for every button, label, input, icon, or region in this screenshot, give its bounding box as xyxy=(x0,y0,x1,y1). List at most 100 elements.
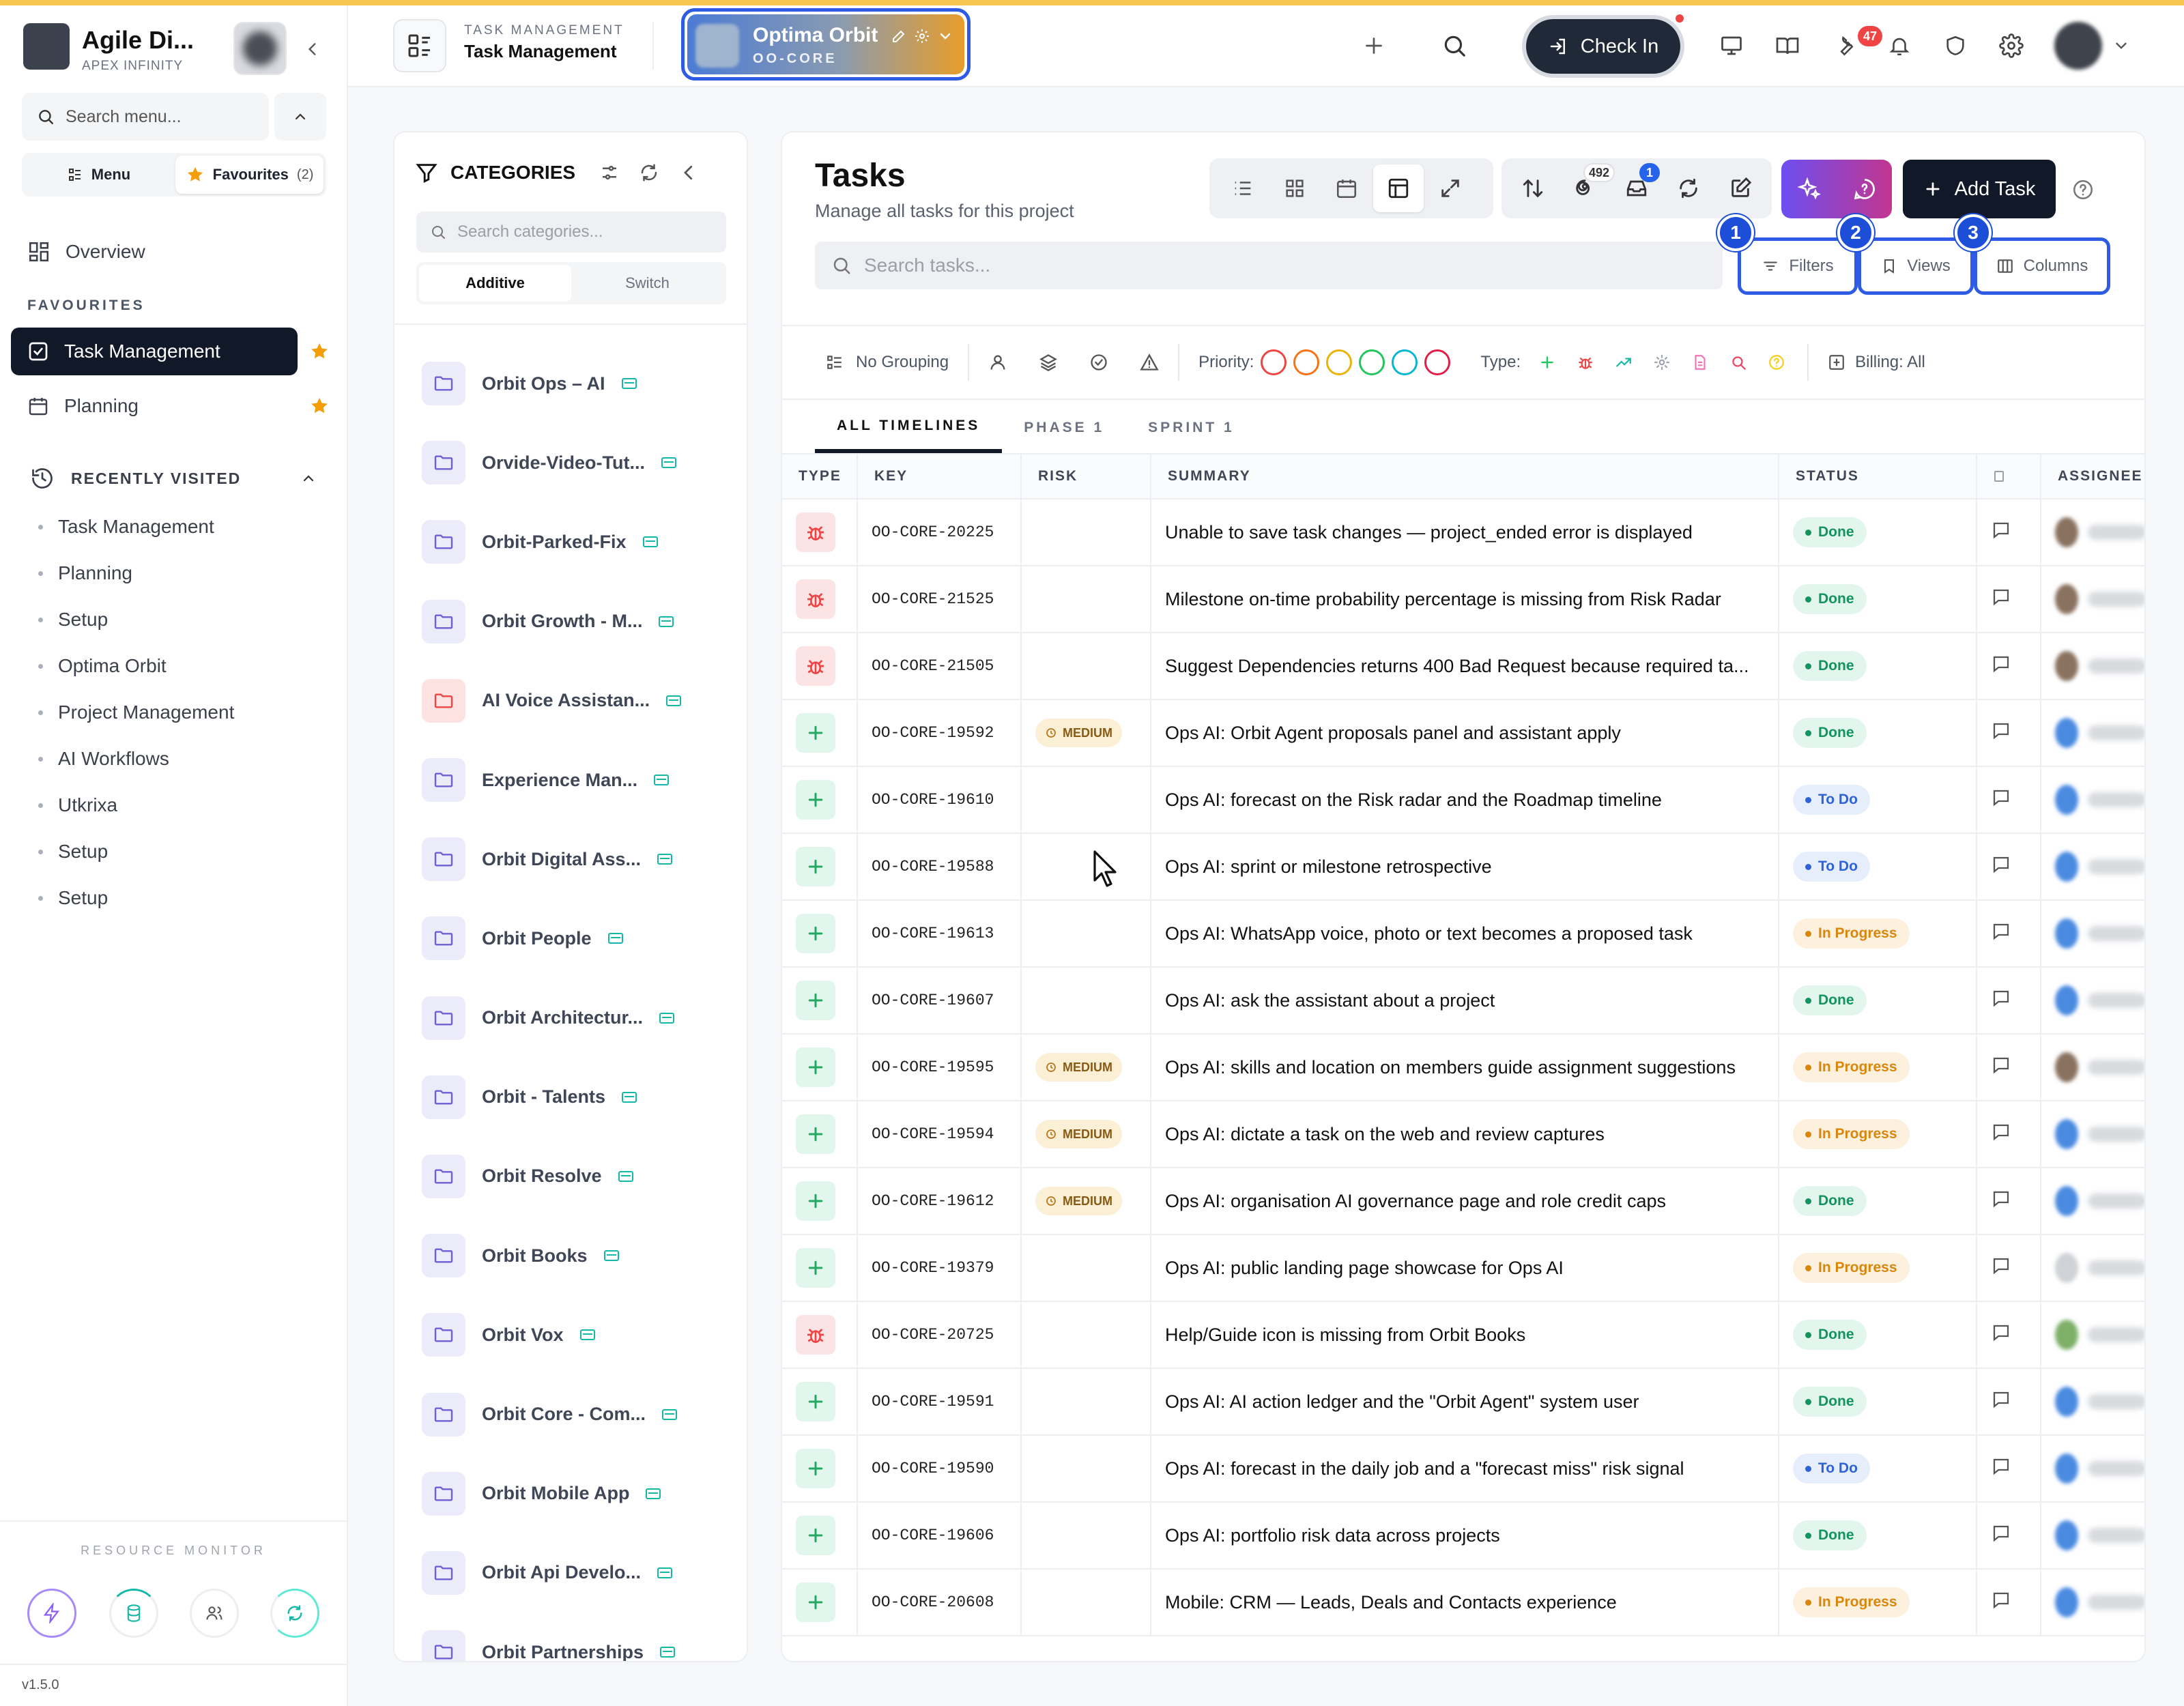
sparkle-icon[interactable] xyxy=(1796,177,1822,201)
cell-key[interactable]: OO-CORE-19613 xyxy=(857,900,1022,968)
cell-comments[interactable] xyxy=(1977,1301,2041,1369)
cell-comments[interactable] xyxy=(1977,1502,2041,1570)
cell-comments[interactable] xyxy=(1977,1034,2041,1101)
type-research-icon[interactable] xyxy=(1727,351,1750,374)
table-row[interactable]: OO-CORE-19594 MEDIUM Ops AI: dictate a tas… xyxy=(782,1101,2144,1168)
chevron-up-icon[interactable] xyxy=(300,470,317,487)
cell-summary[interactable]: Ops AI: WhatsApp voice, photo or text be… xyxy=(1151,900,1779,968)
cell-key[interactable]: OO-CORE-19610 xyxy=(857,766,1022,834)
recent-item[interactable]: Optima Orbit xyxy=(38,643,325,689)
recent-item[interactable]: Setup xyxy=(38,596,325,643)
edit-icon[interactable] xyxy=(891,28,907,44)
table-row[interactable]: OO-CORE-20225 Unable to save task changes… xyxy=(782,499,2144,566)
column-risk[interactable]: RISK xyxy=(1021,453,1151,500)
tab-sprint-1[interactable]: SPRINT 1 xyxy=(1126,403,1256,453)
priority-high[interactable] xyxy=(1293,349,1320,375)
users-icon[interactable] xyxy=(190,1589,239,1638)
org-logo[interactable] xyxy=(23,23,70,70)
cell-comments[interactable] xyxy=(1977,499,2041,566)
filters-button[interactable]: Filters xyxy=(1738,237,1858,295)
cell-key[interactable]: OO-CORE-19612 xyxy=(857,1168,1022,1235)
inbox-icon[interactable]: 1 xyxy=(1611,163,1663,212)
category-item[interactable]: Orbit Growth - M... xyxy=(422,582,736,661)
lightning-icon[interactable] xyxy=(27,1589,76,1638)
cell-summary[interactable]: Ops AI: forecast in the daily job and a … xyxy=(1151,1435,1779,1503)
cell-comments[interactable] xyxy=(1977,1435,2041,1503)
recently-visited-header[interactable]: RECENTLY VISITED xyxy=(30,461,317,495)
category-item[interactable]: Orbit Mobile App xyxy=(422,1454,736,1533)
cell-key[interactable]: OO-CORE-21525 xyxy=(857,566,1022,633)
gear-icon[interactable] xyxy=(914,28,930,44)
user-avatar[interactable] xyxy=(2054,22,2102,70)
table-row[interactable]: OO-CORE-19591 Ops AI: AI action ledger an… xyxy=(782,1368,2144,1436)
cell-key[interactable]: OO-CORE-19594 xyxy=(857,1101,1022,1168)
cell-comments[interactable] xyxy=(1977,1168,2041,1235)
cell-status[interactable]: To Do xyxy=(1779,833,1977,901)
user-filter-icon[interactable] xyxy=(988,353,1007,372)
cell-status[interactable]: In Progress xyxy=(1779,900,1977,968)
cell-key[interactable]: OO-CORE-19590 xyxy=(857,1435,1022,1503)
sidebar-item-planning[interactable]: Planning xyxy=(11,382,298,430)
cell-summary[interactable]: Suggest Dependencies returns 400 Bad Req… xyxy=(1151,633,1779,700)
cell-assignee[interactable] xyxy=(2041,1168,2144,1235)
category-item[interactable]: Experience Man... xyxy=(422,740,736,820)
type-story-icon[interactable] xyxy=(1536,351,1559,374)
cell-comments[interactable] xyxy=(1977,766,2041,834)
chevron-down-icon[interactable] xyxy=(2108,23,2135,68)
cell-assignee[interactable] xyxy=(2041,967,2144,1035)
table-row[interactable]: OO-CORE-19613 Ops AI: WhatsApp voice, pho… xyxy=(782,900,2144,968)
spiral-icon[interactable]: 492 xyxy=(1559,163,1615,212)
table-row[interactable]: OO-CORE-19590 Ops AI: forecast in the dai… xyxy=(782,1435,2144,1503)
sidebar-item-task-management[interactable]: Task Management xyxy=(11,328,298,375)
cell-status[interactable]: Done xyxy=(1779,633,1977,700)
category-item[interactable]: Orbit Ops – AI xyxy=(422,344,736,423)
cell-summary[interactable]: Milestone on-time probability percentage… xyxy=(1151,566,1779,633)
table-row[interactable]: OO-CORE-19607 Ops AI: ask the assistant a… xyxy=(782,967,2144,1035)
table-row[interactable]: OO-CORE-19606 Ops AI: portfolio risk data… xyxy=(782,1502,2144,1570)
cell-assignee[interactable] xyxy=(2041,566,2144,633)
cell-key[interactable]: OO-CORE-20725 xyxy=(857,1301,1022,1369)
chevron-up-icon[interactable] xyxy=(274,93,326,141)
category-item[interactable]: Orbit Partnerships xyxy=(422,1613,736,1661)
collapse-sidebar-icon[interactable] xyxy=(299,35,326,63)
grid-view-icon[interactable] xyxy=(1269,164,1320,212)
cell-status[interactable]: Done xyxy=(1779,1368,1977,1436)
search-icon[interactable] xyxy=(1432,23,1477,68)
column-type[interactable]: TYPE xyxy=(782,453,858,500)
calendar-view-icon[interactable] xyxy=(1321,164,1372,212)
recent-item[interactable]: Setup xyxy=(38,828,325,875)
type-question-icon[interactable] xyxy=(1765,351,1788,374)
cell-status[interactable]: To Do xyxy=(1779,1435,1977,1503)
cell-key[interactable]: OO-CORE-19592 xyxy=(857,699,1022,767)
column-summary[interactable]: SUMMARY xyxy=(1151,453,1779,500)
table-row[interactable]: OO-CORE-20608 Mobile: CRM — Leads, Deals … xyxy=(782,1569,2144,1636)
check-circle-icon[interactable] xyxy=(1089,353,1108,372)
cell-comments[interactable] xyxy=(1977,1234,2041,1302)
category-item[interactable]: Orbit Books xyxy=(422,1216,736,1295)
cell-assignee[interactable] xyxy=(2041,1234,2144,1302)
tab-all-timelines[interactable]: ALL TIMELINES xyxy=(815,403,1003,453)
type-bug-icon[interactable] xyxy=(1574,351,1597,374)
column-comments[interactable] xyxy=(1977,453,2041,500)
tab-menu[interactable]: Menu xyxy=(25,156,173,194)
cell-assignee[interactable] xyxy=(2041,1034,2144,1101)
cell-summary[interactable]: Ops AI: AI action ledger and the "Orbit … xyxy=(1151,1368,1779,1436)
tab-phase-1[interactable]: PHASE 1 xyxy=(1002,403,1126,453)
cell-comments[interactable] xyxy=(1977,900,2041,968)
cell-status[interactable]: To Do xyxy=(1779,766,1977,834)
category-item[interactable]: Orbit Digital Ass... xyxy=(422,820,736,899)
table-view-icon[interactable] xyxy=(1373,164,1424,212)
cell-key[interactable]: OO-CORE-19595 xyxy=(857,1034,1022,1101)
sort-icon[interactable] xyxy=(1507,164,1559,212)
recent-item[interactable]: Project Management xyxy=(38,689,325,736)
cell-assignee[interactable] xyxy=(2041,1502,2144,1570)
sliders-icon[interactable] xyxy=(599,162,620,183)
table-row[interactable]: OO-CORE-19592 MEDIUM Ops AI: Orbit Agent p… xyxy=(782,699,2144,767)
cell-status[interactable]: Done xyxy=(1779,499,1977,566)
columns-button[interactable]: Columns xyxy=(1974,237,2110,295)
add-icon[interactable] xyxy=(1351,23,1396,68)
cell-summary[interactable]: Ops AI: Orbit Agent proposals panel and … xyxy=(1151,699,1779,767)
project-switcher[interactable]: Optima Orbit OO-CORE xyxy=(681,8,971,81)
priority-critical[interactable] xyxy=(1261,349,1287,375)
priority-medium[interactable] xyxy=(1326,349,1353,375)
